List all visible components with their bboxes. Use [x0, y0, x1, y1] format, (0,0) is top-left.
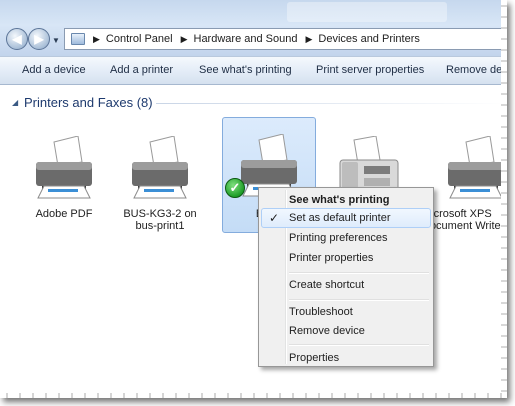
- breadcrumb-hardware-and-sound[interactable]: Hardware and Sound: [194, 33, 298, 45]
- device-adobe-pdf[interactable]: Adobe PDF: [18, 120, 110, 230]
- device-label: BUS-KG3-2 on bus-print1: [123, 208, 197, 232]
- back-arrow-icon: ◀: [12, 32, 22, 46]
- breadcrumb-control-panel[interactable]: Control Panel: [106, 33, 173, 45]
- recent-pages-dropdown-icon[interactable]: ▼: [52, 36, 60, 45]
- group-divider: [156, 103, 506, 104]
- remove-device-button[interactable]: Remove device: [446, 64, 507, 76]
- menu-item-label: Set as default printer: [289, 212, 391, 224]
- breadcrumb-chevron-icon[interactable]: ▶: [181, 34, 188, 45]
- group-title[interactable]: Printers and Faxes (8): [24, 95, 153, 110]
- context-menu: See what's printing ✓ Set as default pri…: [258, 187, 434, 367]
- forward-button[interactable]: ▶: [28, 28, 50, 50]
- print-server-properties-button[interactable]: Print server properties: [316, 64, 424, 76]
- menu-separator: [289, 344, 429, 346]
- printer-icon: [36, 136, 92, 199]
- breadcrumb-chevron-icon[interactable]: ▶: [93, 34, 100, 45]
- menu-item-set-as-default-printer[interactable]: ✓ Set as default printer: [261, 208, 431, 228]
- title-bar: ◀ ▶ ▼ ▶ Control Panel ▶ Hardware and Sou…: [0, 0, 507, 56]
- background-ghost: [287, 2, 447, 22]
- see-whats-printing-button[interactable]: See what's printing: [199, 64, 292, 76]
- default-check-icon: ✓: [225, 178, 245, 198]
- menu-item-remove-device[interactable]: Remove device: [261, 321, 431, 341]
- torn-edge-bottom: [0, 393, 507, 398]
- add-device-button[interactable]: Add a device: [22, 64, 86, 76]
- device-microsoft-xps[interactable]: Microsoft XPS Document Writer: [422, 120, 507, 232]
- printer-icon: [448, 136, 504, 199]
- menu-item-printing-preferences[interactable]: Printing preferences: [261, 228, 431, 248]
- menu-item-see-whats-printing[interactable]: See what's printing: [261, 190, 431, 210]
- device-bus-kg3-2[interactable]: BUS-KG3-2 on bus-print1: [114, 120, 206, 232]
- back-button[interactable]: ◀: [6, 28, 28, 50]
- menu-item-troubleshoot[interactable]: Troubleshoot: [261, 302, 431, 322]
- address-bar[interactable]: ▶ Control Panel ▶ Hardware and Sound ▶ D…: [64, 28, 504, 50]
- printer-icon: [132, 136, 188, 199]
- explorer-window: ◀ ▶ ▼ ▶ Control Panel ▶ Hardware and Sou…: [0, 0, 507, 398]
- control-panel-folder-icon: [71, 33, 85, 45]
- device-label: Adobe PDF: [35, 208, 93, 220]
- command-bar: Add a device Add a printer See what's pr…: [0, 56, 507, 85]
- menu-separator: [289, 299, 429, 301]
- add-printer-button[interactable]: Add a printer: [110, 64, 173, 76]
- menu-item-properties[interactable]: Properties: [261, 348, 431, 368]
- menu-item-printer-properties[interactable]: Printer properties: [261, 248, 431, 268]
- group-collapse-icon[interactable]: ◢: [12, 98, 18, 107]
- menu-separator: [289, 272, 429, 274]
- device-label: Microsoft XPS Document Writer: [422, 208, 505, 232]
- menu-item-create-shortcut[interactable]: Create shortcut: [261, 275, 431, 295]
- breadcrumb-devices-and-printers[interactable]: Devices and Printers: [318, 33, 420, 45]
- checkmark-icon: ✓: [269, 211, 280, 225]
- torn-edge-right: [501, 0, 507, 398]
- forward-arrow-icon: ▶: [34, 32, 44, 46]
- breadcrumb-chevron-icon[interactable]: ▶: [305, 34, 312, 45]
